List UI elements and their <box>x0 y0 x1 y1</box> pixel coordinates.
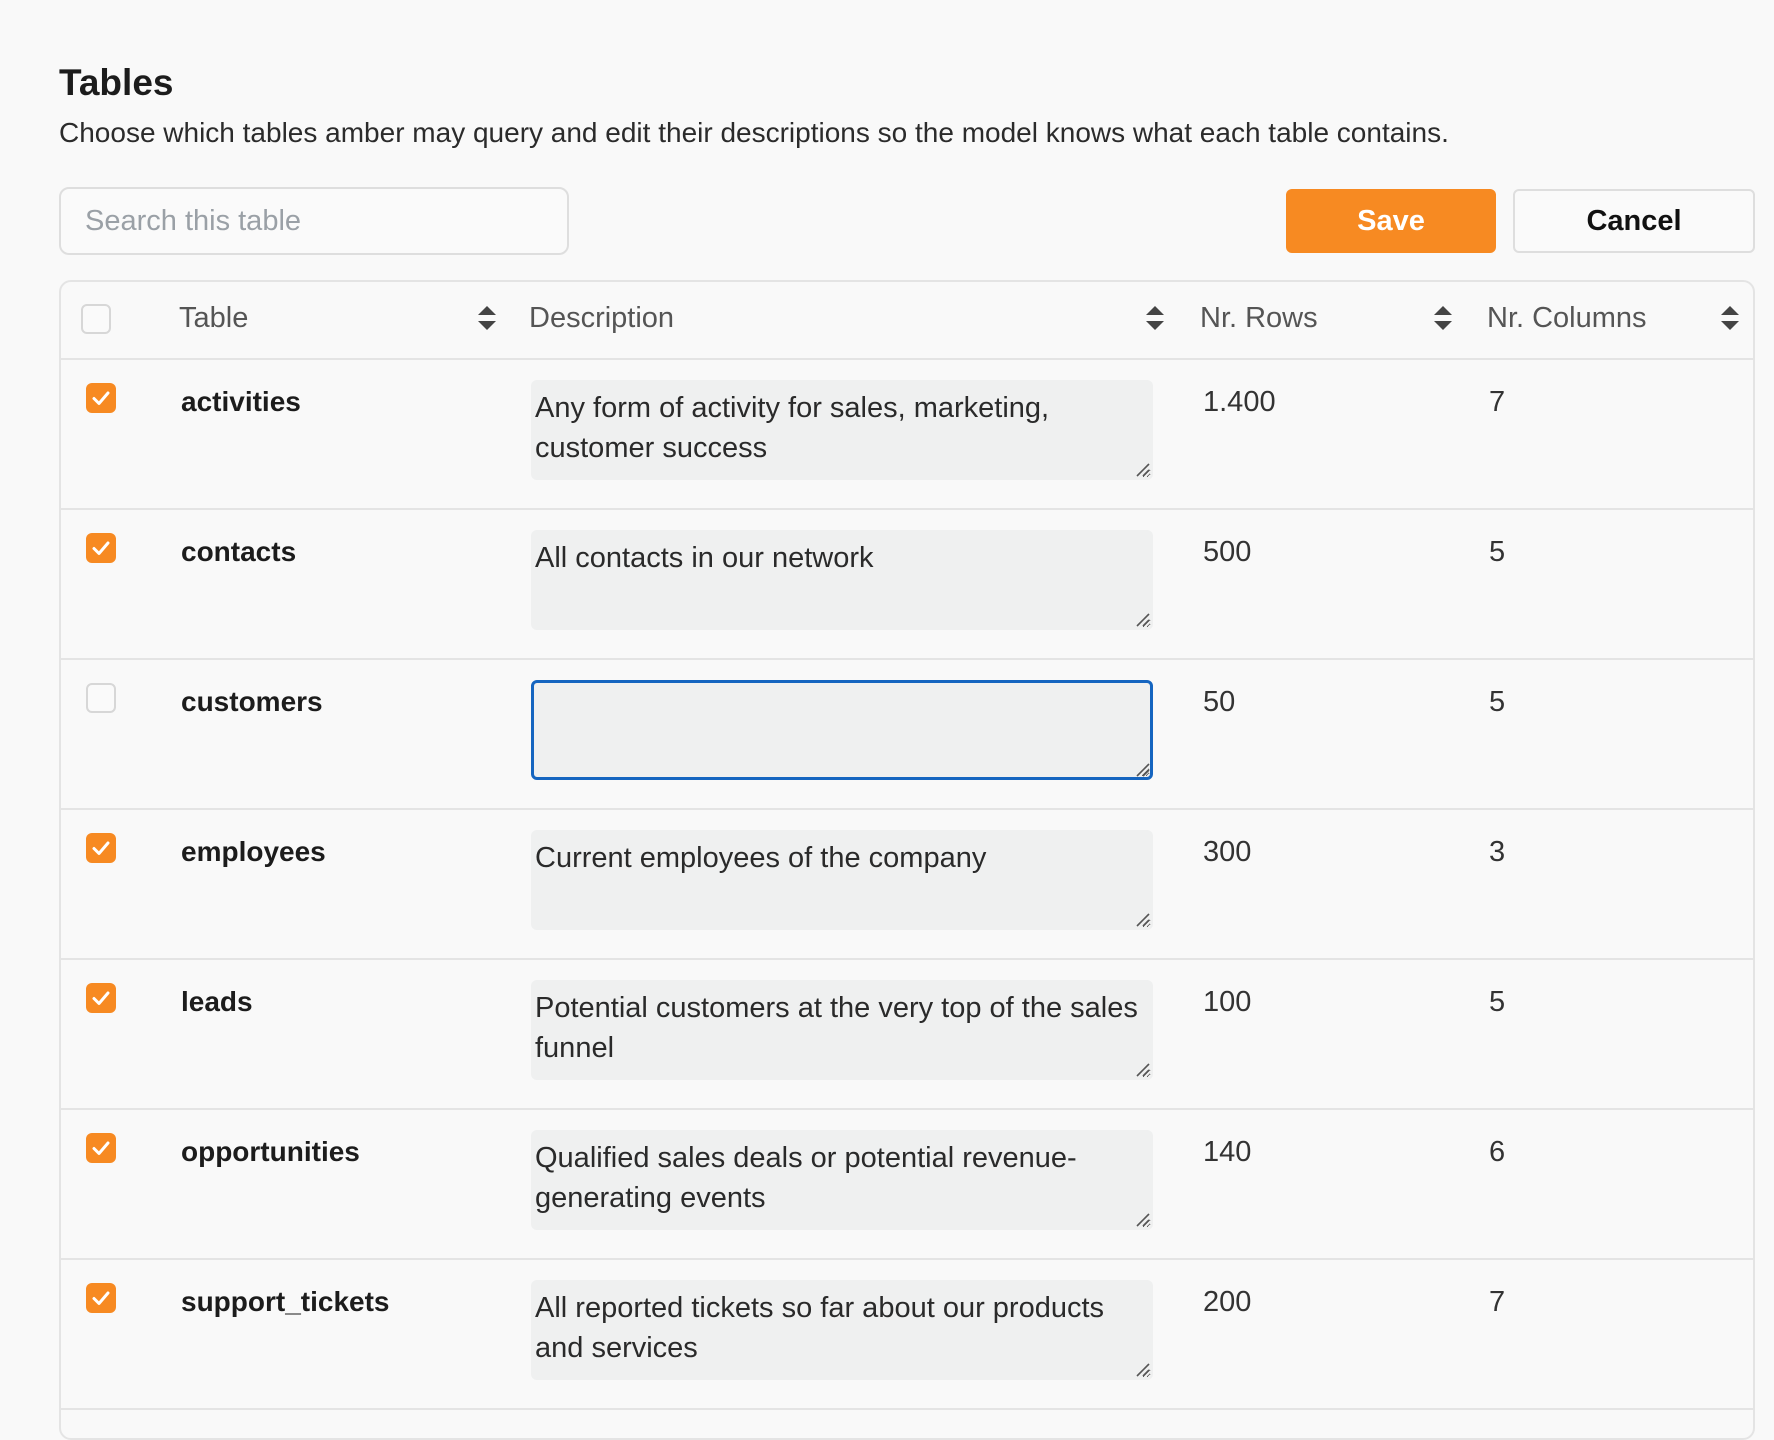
nr-rows-value: 100 <box>1203 986 1252 1018</box>
table-row: leads Potential customers at the very top… <box>61 958 1753 1110</box>
table-name: activities <box>181 386 301 417</box>
table-row: contacts All contacts in our network 500 5 <box>61 508 1753 660</box>
save-button[interactable]: Save <box>1286 189 1496 253</box>
nr-columns-value: 5 <box>1489 686 1506 718</box>
resize-grip-icon[interactable] <box>1134 761 1150 782</box>
nr-columns-value: 5 <box>1489 986 1506 1018</box>
resize-grip-icon[interactable] <box>1134 911 1150 932</box>
table-row: support_tickets All reported tickets so f… <box>61 1258 1753 1410</box>
page-subtitle: Choose which tables amber may query and … <box>59 117 1449 148</box>
nr-rows-value: 200 <box>1203 1286 1252 1318</box>
description-textarea[interactable]: Qualified sales deals or potential reven… <box>531 1130 1153 1230</box>
table-row: employees Current employees of the compan… <box>61 808 1753 960</box>
row-checkbox[interactable] <box>86 683 116 713</box>
sort-nr-rows-icon[interactable] <box>1432 304 1454 332</box>
table-row: activities Any form of activity for sales… <box>61 358 1753 510</box>
sort-description-icon[interactable] <box>1144 304 1166 332</box>
description-textarea[interactable]: All contacts in our network <box>531 530 1153 630</box>
column-header-nr-rows[interactable]: Nr. Rows <box>1200 302 1318 335</box>
sort-nr-columns-icon[interactable] <box>1719 304 1741 332</box>
resize-grip-icon[interactable] <box>1134 1361 1150 1382</box>
table-name: contacts <box>181 536 297 567</box>
description-textarea[interactable]: Any form of activity for sales, marketin… <box>531 380 1153 480</box>
table-name: support_tickets <box>181 1286 390 1317</box>
row-checkbox[interactable] <box>86 533 116 563</box>
row-checkbox[interactable] <box>86 833 116 863</box>
table-row: opportunities Qualified sales deals or po… <box>61 1108 1753 1260</box>
table-name: employees <box>181 836 326 867</box>
nr-rows-value: 140 <box>1203 1136 1252 1168</box>
table-name: opportunities <box>181 1136 360 1167</box>
nr-rows-value: 500 <box>1203 536 1252 568</box>
resize-grip-icon[interactable] <box>1134 461 1150 482</box>
column-header-table[interactable]: Table <box>179 302 248 335</box>
column-header-nr-columns[interactable]: Nr. Columns <box>1487 302 1647 335</box>
table-row: customers 50 5 <box>61 658 1753 810</box>
select-all-checkbox[interactable] <box>81 304 111 334</box>
row-checkbox[interactable] <box>86 1133 116 1163</box>
nr-columns-value: 3 <box>1489 836 1506 868</box>
nr-rows-value: 50 <box>1203 686 1236 718</box>
description-textarea[interactable]: Current employees of the company <box>531 830 1153 930</box>
table-name: customers <box>181 686 323 717</box>
row-checkbox[interactable] <box>86 983 116 1013</box>
nr-columns-value: 5 <box>1489 536 1506 568</box>
resize-grip-icon[interactable] <box>1134 1061 1150 1082</box>
table-header: Table Description Nr. Rows Nr. Columns <box>61 282 1753 360</box>
column-header-description[interactable]: Description <box>529 302 674 335</box>
description-textarea[interactable]: Potential customers at the very top of t… <box>531 980 1153 1080</box>
sort-table-icon[interactable] <box>476 304 498 332</box>
nr-columns-value: 7 <box>1489 386 1506 418</box>
row-checkbox[interactable] <box>86 1283 116 1313</box>
nr-rows-value: 1.400 <box>1203 386 1276 418</box>
nr-columns-value: 6 <box>1489 1136 1506 1168</box>
resize-grip-icon[interactable] <box>1134 1211 1150 1232</box>
nr-rows-value: 300 <box>1203 836 1252 868</box>
description-textarea[interactable]: All reported tickets so far about our pr… <box>531 1280 1153 1380</box>
search-input[interactable] <box>59 187 569 255</box>
nr-columns-value: 7 <box>1489 1286 1506 1318</box>
row-checkbox[interactable] <box>86 383 116 413</box>
cancel-button[interactable]: Cancel <box>1513 189 1755 253</box>
description-textarea[interactable] <box>531 680 1153 780</box>
tables-table: Table Description Nr. Rows Nr. Columns a… <box>59 280 1755 1440</box>
table-name: leads <box>181 986 253 1017</box>
page-title: Tables <box>59 62 174 103</box>
resize-grip-icon[interactable] <box>1134 611 1150 632</box>
